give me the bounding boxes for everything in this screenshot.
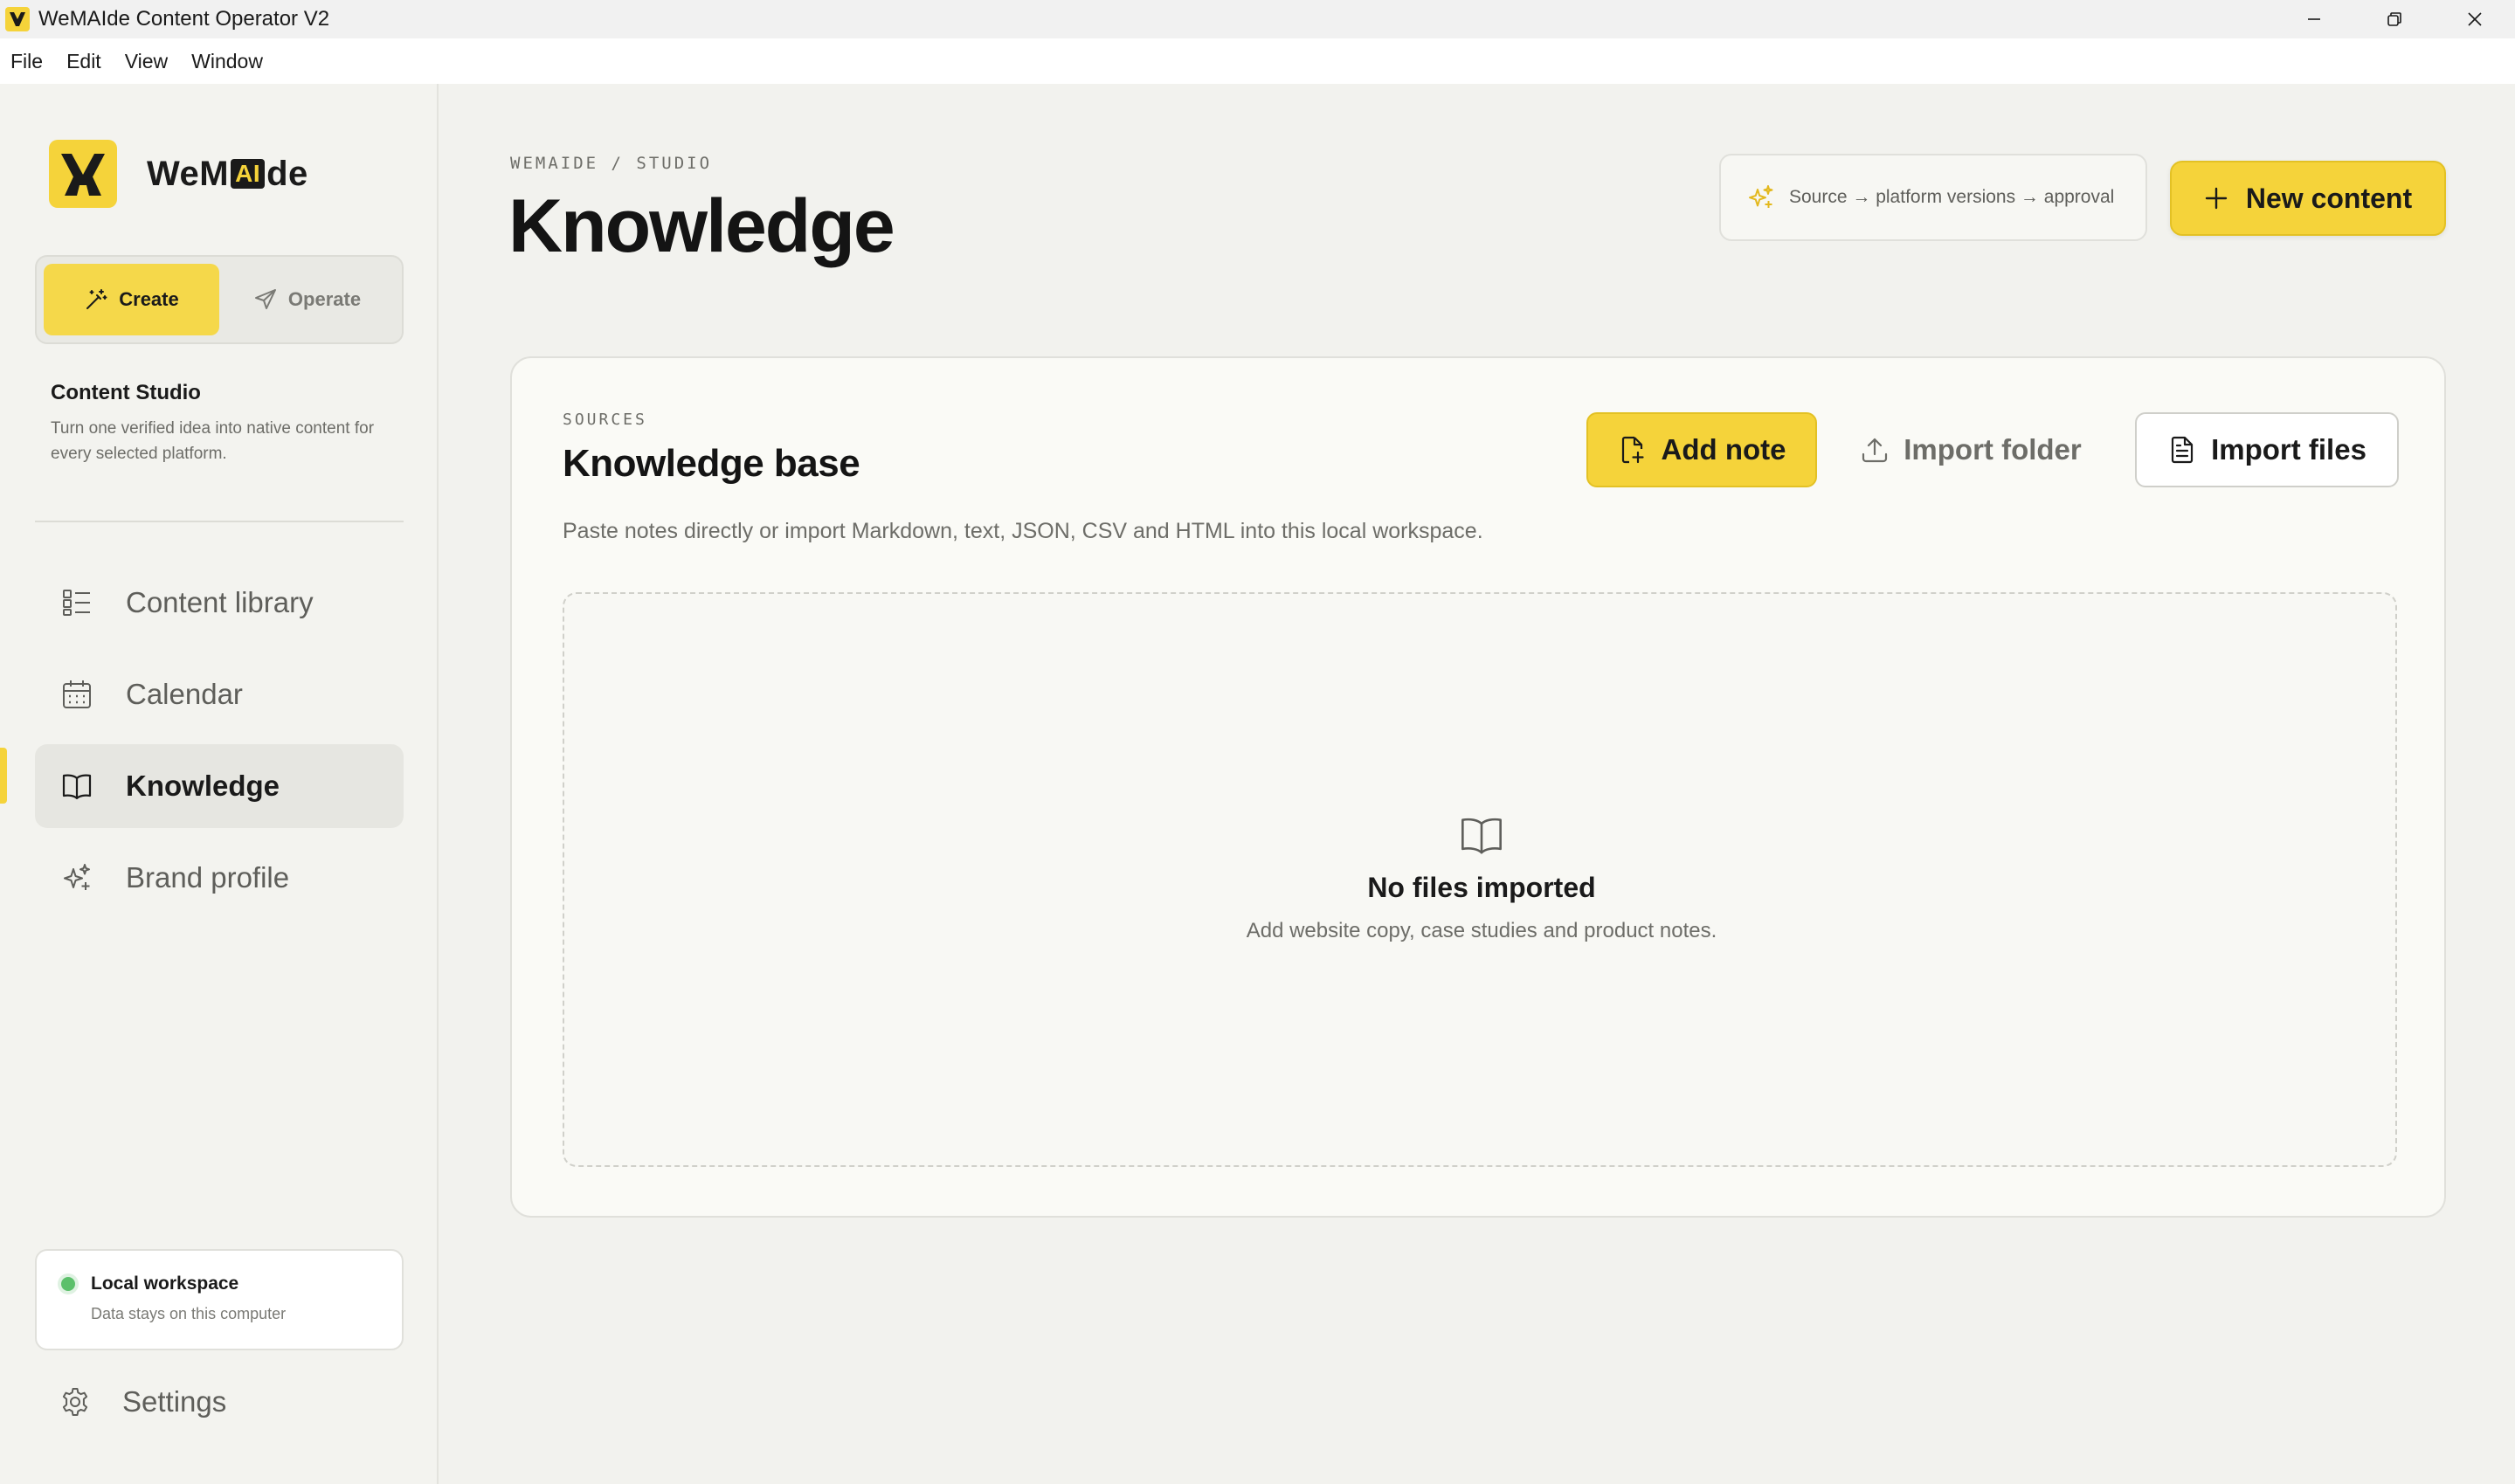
close-icon bbox=[2468, 12, 2482, 26]
upload-icon bbox=[1862, 438, 1888, 463]
workflow-pill: Source → platform versions → approval bbox=[1719, 154, 2147, 241]
brand-logo[interactable]: WeM AI de bbox=[49, 140, 308, 208]
workspace-subtitle: Data stays on this computer bbox=[91, 1305, 287, 1322]
import-files-label: Import files bbox=[2211, 433, 2366, 466]
card-eyebrow: SOURCES bbox=[563, 411, 647, 429]
active-nav-indicator bbox=[0, 748, 7, 804]
sidebar-divider bbox=[35, 521, 404, 522]
sidebar-item-knowledge[interactable]: Knowledge bbox=[35, 744, 404, 828]
title-bar: WeMAIde Content Operator V2 bbox=[0, 0, 2515, 38]
sidebar-nav: Content library Calendar Knowledge Brand… bbox=[35, 561, 404, 928]
sidebar-item-settings[interactable]: Settings bbox=[59, 1385, 226, 1418]
window-controls bbox=[2274, 0, 2515, 38]
workspace-status-card: Local workspace Data stays on this compu… bbox=[35, 1249, 404, 1350]
restore-button[interactable] bbox=[2354, 0, 2435, 38]
brand-wordmark: WeM AI de bbox=[147, 155, 308, 194]
brand-name-highlight: AI bbox=[231, 159, 266, 189]
sparkles-icon bbox=[1749, 185, 1773, 208]
sidebar-item-brand-profile[interactable]: Brand profile bbox=[35, 836, 404, 920]
sidebar: WeM AI de Create Operate Content Studio Tu… bbox=[0, 84, 439, 1484]
sidebar-item-content-library[interactable]: Content library bbox=[35, 561, 404, 645]
import-folder-button[interactable]: Import folder bbox=[1840, 412, 2102, 487]
create-mode-button[interactable]: Create bbox=[44, 264, 219, 335]
window-title: WeMAIde Content Operator V2 bbox=[38, 7, 330, 31]
workflow-text: Source → platform versions → approval bbox=[1789, 187, 2115, 207]
import-folder-label: Import folder bbox=[1904, 433, 2082, 466]
settings-label: Settings bbox=[122, 1385, 227, 1418]
operate-mode-button[interactable]: Operate bbox=[219, 264, 395, 335]
mode-toggle: Create Operate bbox=[35, 255, 404, 344]
book-open-icon bbox=[1461, 818, 1502, 854]
studio-title: Content Studio bbox=[51, 381, 201, 404]
sidebar-item-calendar[interactable]: Calendar bbox=[35, 652, 404, 736]
breadcrumb: WEMAIDE / STUDIO bbox=[510, 154, 713, 173]
card-description: Paste notes directly or import Markdown,… bbox=[563, 519, 1483, 543]
book-open-icon bbox=[59, 769, 94, 804]
minimize-icon bbox=[2308, 18, 2320, 20]
sidebar-item-label: Calendar bbox=[126, 678, 243, 710]
sidebar-item-label: Brand profile bbox=[126, 861, 290, 894]
file-text-icon bbox=[2171, 436, 2194, 464]
card-title: Knowledge base bbox=[563, 442, 860, 485]
empty-state-subtitle: Add website copy, case studies and produ… bbox=[1246, 919, 1717, 942]
plus-icon bbox=[2205, 187, 2228, 210]
magic-wand-icon bbox=[86, 289, 107, 309]
sparkles-icon bbox=[59, 860, 94, 895]
brand-name-prefix: WeM bbox=[147, 154, 230, 193]
sidebar-item-label: Content library bbox=[126, 586, 314, 618]
calendar-icon bbox=[59, 677, 94, 712]
new-content-button[interactable]: New content bbox=[2170, 161, 2446, 236]
sidebar-item-label: Knowledge bbox=[126, 770, 280, 802]
menu-file[interactable]: File bbox=[10, 50, 43, 73]
workspace-status-dot bbox=[61, 1277, 75, 1291]
menu-view[interactable]: View bbox=[125, 50, 168, 73]
restore-icon bbox=[2387, 12, 2401, 26]
minimize-button[interactable] bbox=[2274, 0, 2354, 38]
workspace-title: Local workspace bbox=[91, 1273, 239, 1294]
empty-state-title: No files imported bbox=[1367, 872, 1596, 903]
menu-edit[interactable]: Edit bbox=[66, 50, 101, 73]
gear-icon bbox=[59, 1386, 91, 1418]
operate-mode-label: Operate bbox=[287, 288, 362, 310]
brand-name-suffix: de bbox=[266, 154, 308, 193]
knowledge-base-card: SOURCES Knowledge base Paste notes direc… bbox=[510, 356, 2446, 1218]
new-content-label: New content bbox=[2245, 182, 2413, 214]
brand-mark-icon bbox=[49, 140, 117, 208]
close-button[interactable] bbox=[2435, 0, 2515, 38]
file-dropzone[interactable]: No files imported Add website copy, case… bbox=[563, 592, 2397, 1167]
send-icon bbox=[254, 289, 276, 309]
file-plus-icon bbox=[1621, 436, 1644, 464]
menu-window[interactable]: Window bbox=[191, 50, 263, 73]
app-logo-icon bbox=[5, 7, 30, 31]
import-files-button[interactable]: Import files bbox=[2135, 412, 2399, 487]
grid-list-icon bbox=[59, 585, 94, 620]
studio-description: Turn one verified idea into native conte… bbox=[51, 419, 375, 463]
add-note-label: Add note bbox=[1661, 433, 1786, 466]
add-note-button[interactable]: Add note bbox=[1586, 412, 1817, 487]
page-title: Knowledge bbox=[508, 184, 895, 268]
create-mode-label: Create bbox=[119, 288, 179, 310]
menu-bar: File Edit View Window bbox=[0, 38, 2515, 84]
